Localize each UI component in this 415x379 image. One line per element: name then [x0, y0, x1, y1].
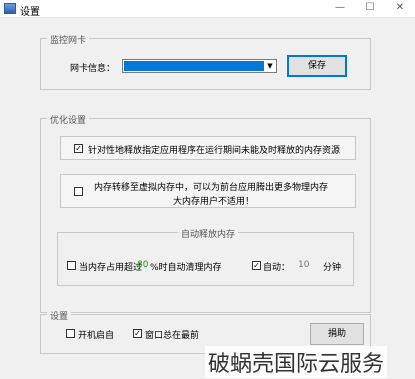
auto-release-legend: 自动释放内存: [178, 227, 239, 240]
nic-select[interactable]: ▼: [122, 59, 277, 73]
auto-release-group: 自动释放内存: [57, 227, 354, 286]
startup-label: 开机启自: [78, 331, 115, 341]
interval-unit: 分钟: [323, 263, 342, 273]
nic-label: 网卡信息：: [70, 64, 116, 74]
option1-checkbox[interactable]: ✓: [74, 144, 83, 153]
interval-value[interactable]: 10: [298, 260, 309, 270]
threshold-suffix: %时自动清理内存: [150, 263, 222, 273]
auto-checkbox[interactable]: ✓: [252, 261, 261, 270]
startup-checkbox[interactable]: [66, 329, 75, 338]
option2-line1: 内存转移至虚拟内存中，可以为前台应用腾出更多物理内存: [94, 183, 329, 193]
auto-label: 自动：: [263, 263, 291, 273]
watermark-text: 破蜗壳国际云服务: [205, 346, 388, 378]
settings-client-area: 监控网卡 网卡信息： ▼ 保存 优化设置 ✓ 针对性地释放指定应用程序在运行期间…: [0, 18, 415, 379]
donate-button[interactable]: 捐助: [310, 323, 364, 345]
monitor-card-legend: 监控网卡: [47, 33, 90, 46]
threshold-prefix: 当内存占用超过: [79, 263, 143, 273]
nic-selected-value: [124, 61, 264, 71]
window-title: 设置: [20, 7, 40, 18]
settings-legend: 设置: [47, 309, 72, 322]
close-button[interactable]: ✕: [385, 0, 415, 18]
title-bar: 设置 — ☐ ✕: [0, 0, 415, 18]
threshold-checkbox[interactable]: [67, 261, 76, 270]
topmost-label: 窗口总在最前: [145, 331, 200, 341]
save-button[interactable]: 保存: [287, 55, 347, 77]
option1-label: 针对性地释放指定应用程序在运行期间未能及时释放的内存资源: [88, 146, 341, 156]
option1-panel: ✓ 针对性地释放指定应用程序在运行期间未能及时释放的内存资源: [60, 136, 356, 160]
option2-line2: 大内存用户不适用！: [173, 197, 255, 207]
option2-panel: 内存转移至虚拟内存中，可以为前台应用腾出更多物理内存 大内存用户不适用！: [60, 174, 356, 208]
maximize-button[interactable]: ☐: [355, 0, 385, 18]
optimize-legend: 优化设置: [47, 113, 90, 126]
option2-checkbox[interactable]: [74, 187, 83, 196]
threshold-value[interactable]: 80: [137, 260, 148, 270]
app-icon: [4, 3, 16, 14]
chevron-down-icon[interactable]: ▼: [265, 61, 275, 71]
topmost-checkbox[interactable]: ✓: [133, 329, 142, 338]
minimize-button[interactable]: —: [325, 0, 355, 18]
